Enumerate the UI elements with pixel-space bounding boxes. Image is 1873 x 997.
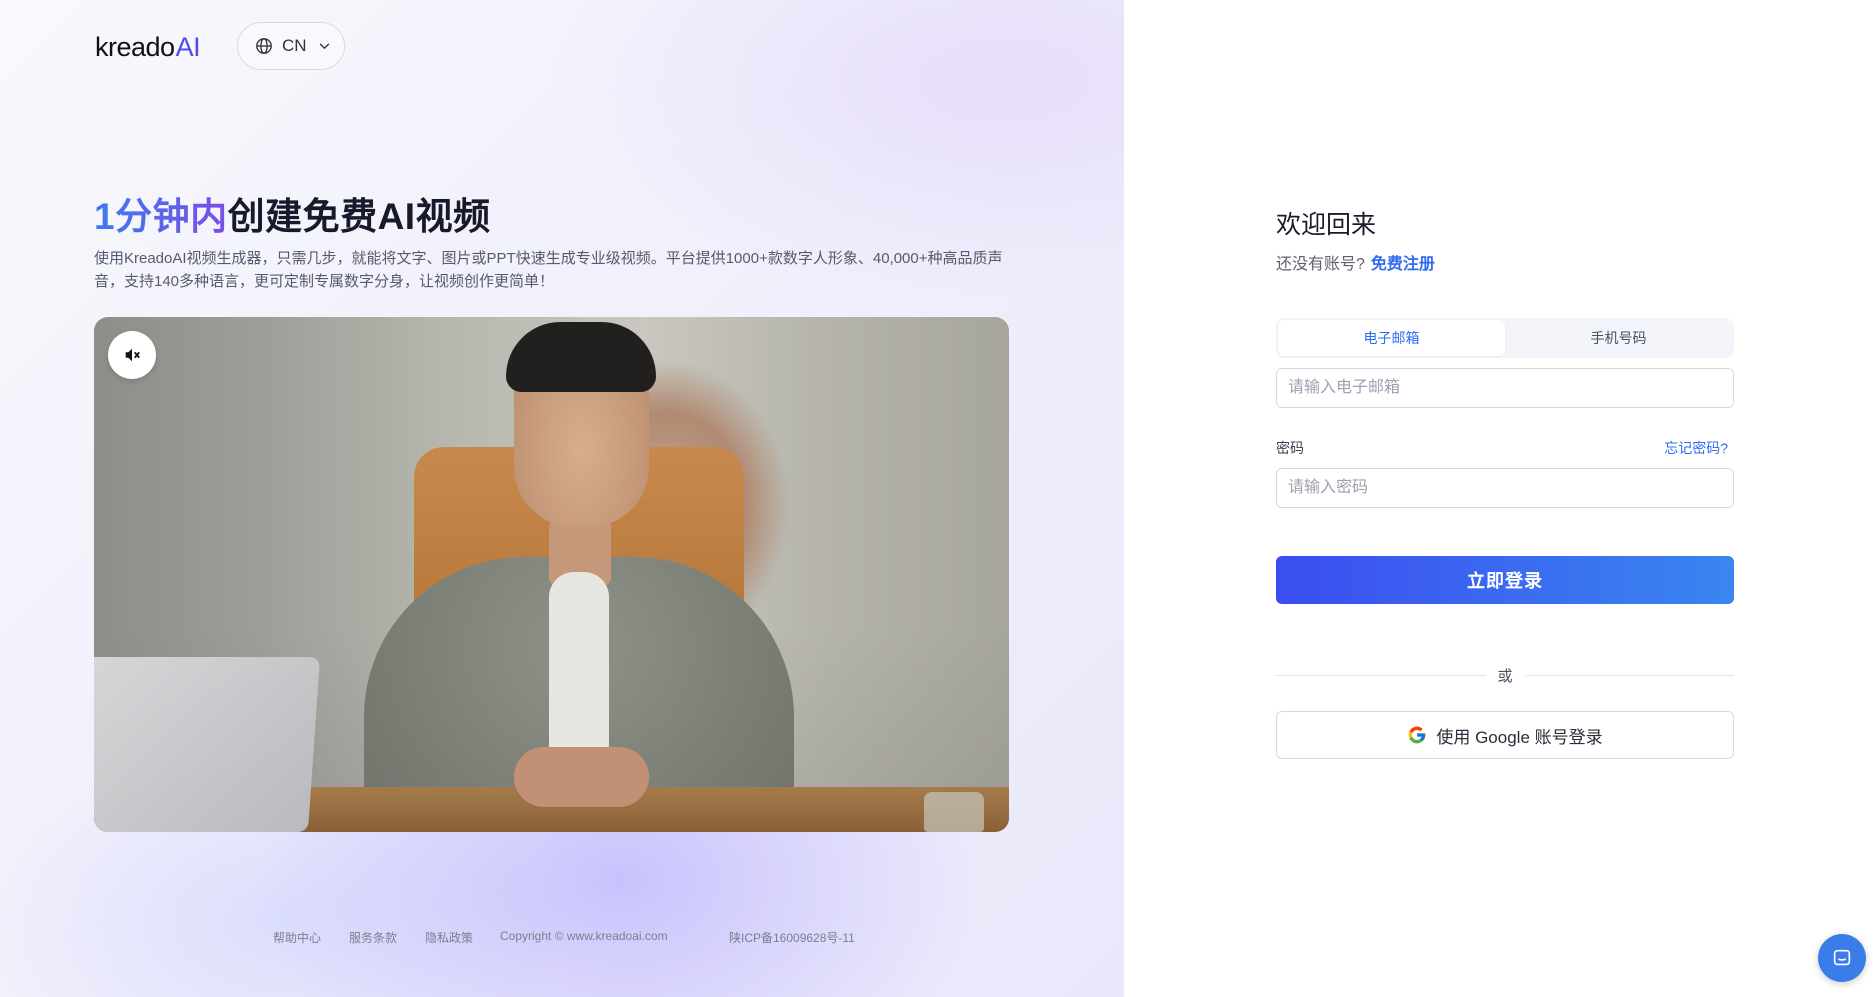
or-text: 或 (1497, 667, 1513, 685)
language-selector[interactable]: CN (237, 22, 345, 70)
email-field[interactable] (1276, 368, 1734, 408)
mute-button[interactable] (108, 331, 156, 379)
divider-line (1524, 674, 1735, 676)
headline-rest: 创建免费AI视频 (227, 196, 491, 237)
chat-support-button[interactable] (1818, 934, 1866, 982)
google-login-label: 使用 Google 账号登录 (1436, 727, 1603, 747)
welcome-title: 欢迎回来 (1276, 211, 1377, 239)
hero-panel: kreado AI CN 1分钟内创建免费AI视频 使用KreadoAI视频生成器… (0, 0, 1124, 997)
footer-privacy-link[interactable]: 隐私政策 (425, 929, 500, 946)
no-account-text: 还没有账号? (1276, 256, 1365, 273)
tab-email[interactable]: 电子邮箱 (1278, 320, 1505, 356)
page-headline: 1分钟内创建免费AI视频 (94, 186, 491, 240)
hero-description: 使用KreadoAI视频生成器，只需几步，就能将文字、图片或PPT快速生成专业级… (94, 250, 1003, 290)
register-link[interactable]: 免费注册 (1371, 256, 1435, 273)
globe-icon (256, 38, 272, 54)
google-login-button[interactable]: 使用 Google 账号登录 (1276, 711, 1734, 759)
demo-video[interactable] (94, 317, 1009, 832)
footer-terms-link[interactable]: 服务条款 (349, 929, 425, 946)
logo-text: kreado (95, 31, 175, 62)
or-divider: 或 (1276, 664, 1735, 686)
video-person-shirt (549, 572, 609, 772)
logo-ai-text: AI (175, 31, 201, 62)
login-method-tabs: 电子邮箱 手机号码 (1276, 318, 1734, 358)
chevron-down-icon (319, 42, 329, 49)
forgot-password-link[interactable]: 忘记密码? (1664, 438, 1728, 458)
footer-links: 帮助中心 服务条款 隐私政策 Copyright © www.kreadoai.… (273, 929, 855, 946)
video-jar (924, 792, 984, 832)
login-panel: 欢迎回来 还没有账号?免费注册 电子邮箱 手机号码 密码 忘记密码? 立即登录 … (1124, 0, 1873, 997)
footer-copyright: Copyright © www.kreadoai.com (500, 929, 668, 943)
password-field[interactable] (1276, 468, 1734, 508)
password-label: 密码 (1276, 440, 1304, 456)
video-person-hands (514, 747, 649, 807)
divider-line (1276, 674, 1486, 676)
login-button[interactable]: 立即登录 (1276, 556, 1734, 604)
chat-icon (1833, 949, 1851, 966)
google-icon (1409, 726, 1426, 744)
kreado-logo[interactable]: kreado AI (95, 30, 201, 64)
headline-highlight: 1分钟内 (94, 196, 228, 237)
footer-icp[interactable]: 陕ICP备16009628号-11 (729, 929, 855, 946)
footer-help-link[interactable]: 帮助中心 (273, 929, 349, 946)
language-code: CN (282, 36, 307, 55)
video-laptop (94, 657, 321, 832)
video-person-hair (506, 322, 656, 392)
tab-phone[interactable]: 手机号码 (1505, 320, 1732, 356)
register-prompt: 还没有账号? 免费注册 (1276, 250, 1435, 274)
speaker-muted-icon (125, 348, 140, 362)
